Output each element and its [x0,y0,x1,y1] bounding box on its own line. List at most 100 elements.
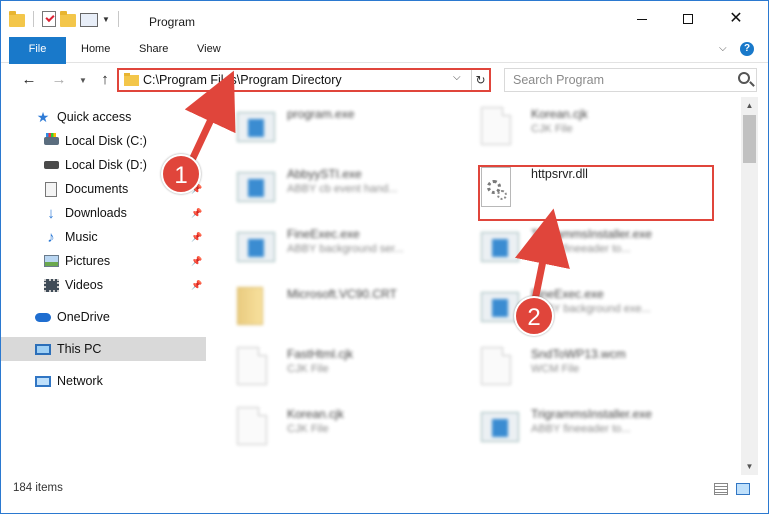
file-list: program.exe Korean.cjk CJK File AbbyySTI… [207,97,741,475]
nav-item-videos[interactable]: Videos 📌 [1,273,206,297]
file-description: ABBY fineeader to... [531,423,631,435]
pin-icon[interactable]: 📌 [191,256,202,267]
file-description: ABBY fineeader to... [531,243,631,255]
nav-item-music[interactable]: ♪ Music 📌 [1,225,206,249]
file-name: Microsoft.VC90.CRT [287,287,397,301]
search-icon[interactable] [738,72,750,84]
close-icon: ✕ [729,10,743,27]
file-description: ABBY cb event hand... [287,183,398,195]
nav-item-this-pc[interactable]: This PC [1,337,206,361]
properties-icon[interactable] [80,12,98,27]
file-item[interactable]: FastHtml.cjk CJK File [237,343,477,393]
expand-ribbon-chevron-icon[interactable]: ⌵ [719,43,727,54]
file-item[interactable]: program.exe [237,103,477,153]
exe-icon [237,232,275,262]
file-item[interactable]: FineExec.exe ABBY background ser... [237,223,477,273]
title-bar: ▼ Program ✕ [1,1,768,37]
nav-item-label: Local Disk (D:) [65,158,147,172]
file-name: AbbyySTI.exe [287,167,362,181]
navigation-bar: ← → ▼ ↑ C:\Program Files\Program Directo… [1,64,768,96]
file-name: FineExec.exe [287,227,360,241]
help-icon[interactable]: ? [740,42,754,56]
minimize-icon [637,18,647,20]
nav-item-pictures[interactable]: Pictures 📌 [1,249,206,273]
pin-icon[interactable]: 📌 [191,208,202,219]
nav-item-label: Music [65,230,98,244]
local-disk-icon [43,161,59,169]
file-item[interactable]: Korean.cjk CJK File [237,403,477,453]
address-bar[interactable]: C:\Program Files\Program Directory ⌵ ↻ [117,68,491,92]
details-view-icon[interactable] [714,483,728,495]
nav-item-local-disk-c[interactable]: Local Disk (C:) [1,129,206,153]
file-item[interactable]: Korean.cjk CJK File [481,103,721,153]
address-history-chevron-down-icon[interactable]: ⌵ [453,72,461,83]
highlight-box-httpsrvr [478,165,714,221]
file-item[interactable]: TrigrammsInstaller.exe ABBY fineeader to… [481,223,721,273]
nav-item-label: Downloads [65,206,127,220]
file-description: WCM File [531,363,580,375]
nav-item-onedrive[interactable]: OneDrive [1,305,206,329]
file-item[interactable]: TrigrammsInstaller.exe ABBY fineeader to… [481,403,721,453]
maximize-button[interactable] [665,1,711,37]
back-arrow-icon[interactable]: ← [19,71,39,88]
toolbar-separator [33,11,34,27]
file-description: CJK File [287,363,329,375]
music-icon: ♪ [47,228,55,246]
file-name: TrigrammsInstaller.exe [531,407,652,421]
documents-icon [45,181,57,197]
new-folder-icon[interactable] [60,10,76,27]
maximize-icon [683,14,693,24]
address-path[interactable]: C:\Program Files\Program Directory [143,73,342,87]
nav-item-label: This PC [57,342,102,356]
file-item[interactable]: Microsoft.VC90.CRT [237,283,477,333]
scrollbar-thumb[interactable] [743,115,756,163]
tab-view[interactable]: View [183,37,235,62]
file-icon [237,347,267,385]
tab-share[interactable]: Share [125,37,182,62]
onedrive-icon [35,312,51,322]
up-arrow-icon[interactable]: ↑ [95,71,115,88]
search-input[interactable]: Search Program [513,73,604,87]
file-name: FastHtml.cjk [287,347,353,361]
nav-item-quick-access[interactable]: ★ Quick access [1,105,206,129]
nav-item-network[interactable]: Network [1,369,206,393]
large-icons-view-icon[interactable] [736,483,750,495]
file-item[interactable]: AbbyySTI.exe ABBY cb event hand... [237,163,477,213]
pin-icon[interactable]: 📌 [191,232,202,243]
file-name: SndToWP13.wcm [531,347,626,361]
file-description: CJK File [287,423,329,435]
exe-icon [237,112,275,142]
step-2-badge: 2 [514,296,554,336]
star-icon: ★ [36,108,50,125]
customize-toolbar-chevron-down-icon[interactable]: ▼ [102,15,110,24]
toolbar-separator [117,11,119,27]
tab-home[interactable]: Home [67,37,124,62]
properties-check-icon[interactable] [42,11,56,27]
refresh-icon[interactable]: ↻ [471,70,489,90]
nav-item-label: OneDrive [57,310,110,324]
nav-item-label: Network [57,374,103,388]
scroll-down-arrow-icon[interactable]: ▼ [741,458,758,475]
vertical-scrollbar[interactable]: ▲ ▼ [741,97,758,475]
forward-arrow-icon[interactable]: → [49,71,69,88]
ribbon-tabs: File Home Share View ⌵ ? [1,37,768,87]
file-description: CJK File [531,123,573,135]
file-name: program.exe [287,107,355,121]
nav-item-label: Videos [65,278,103,292]
minimize-button[interactable] [619,1,665,37]
file-item[interactable]: SndToWP13.wcm WCM File [481,343,721,393]
search-box[interactable]: Search Program [504,68,757,92]
recent-locations-chevron-down-icon[interactable]: ▼ [73,76,93,85]
this-pc-icon [35,343,51,355]
step-1-badge: 1 [161,154,201,194]
pin-icon[interactable]: 📌 [191,280,202,291]
nav-item-downloads[interactable]: ↓ Downloads 📌 [1,201,206,225]
network-icon [35,375,51,387]
exe-icon [481,232,519,262]
item-count: 184 items [13,482,63,494]
videos-icon [43,278,59,292]
downloads-icon: ↓ [47,204,55,222]
scroll-up-arrow-icon[interactable]: ▲ [741,97,758,114]
status-bar: 184 items [1,475,768,501]
close-button[interactable]: ✕ [713,1,759,37]
